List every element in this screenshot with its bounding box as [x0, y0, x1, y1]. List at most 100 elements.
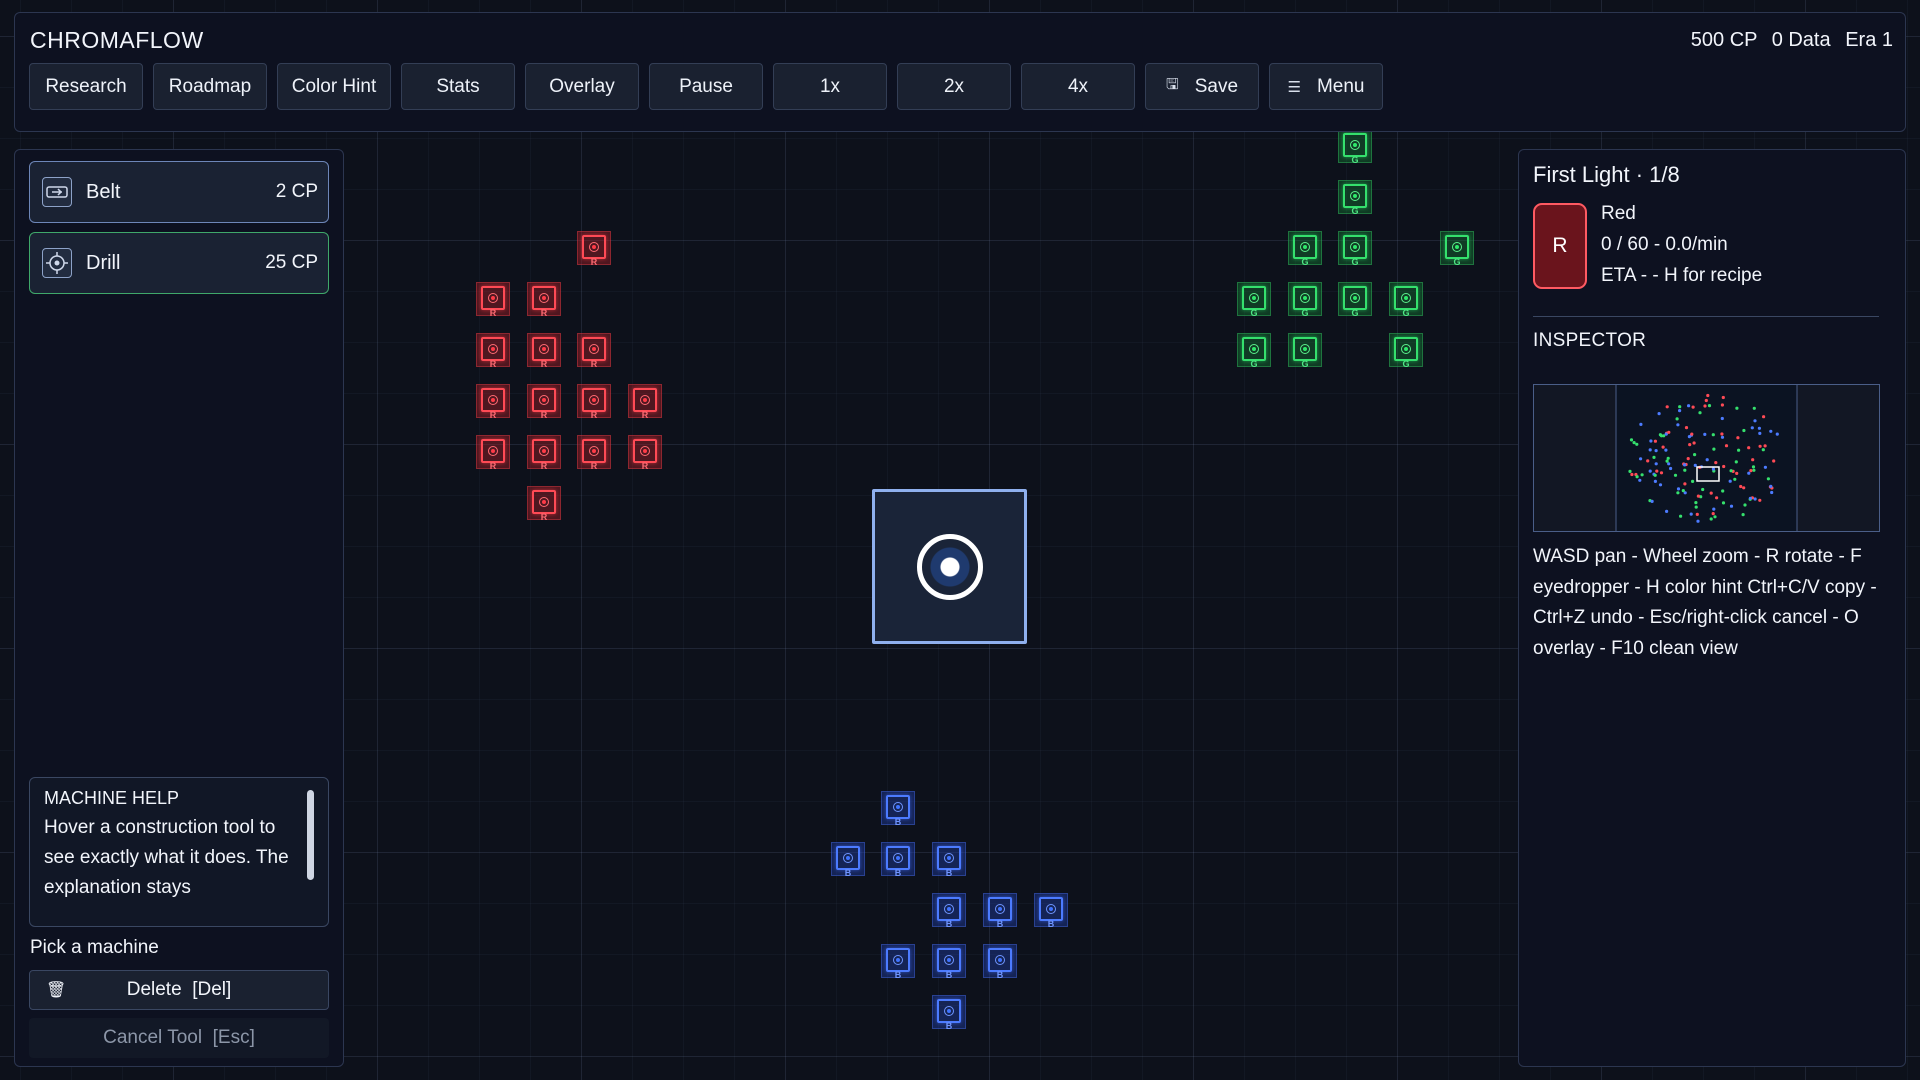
cancel-tool-button[interactable]: Cancel Tool [Esc]	[29, 1018, 329, 1058]
red-ore-tile[interactable]: R	[527, 486, 561, 522]
tool-drill[interactable]: Drill 25 CP	[29, 232, 329, 294]
minimap-dot	[1729, 469, 1733, 473]
save-button[interactable]: 🖫 Save	[1145, 63, 1259, 110]
red-ore-tile[interactable]: R	[476, 384, 510, 420]
research-button[interactable]: Research	[29, 63, 143, 110]
minimap-dot	[1720, 403, 1724, 407]
red-ore-tile[interactable]: R	[577, 231, 611, 267]
red-ore-tile[interactable]: R	[577, 384, 611, 420]
red-ore-label: R	[590, 257, 598, 267]
green-ore-tile[interactable]: G	[1237, 333, 1271, 369]
red-ore-tile[interactable]: R	[476, 333, 510, 369]
red-ore-icon	[481, 286, 505, 310]
minimap-dot	[1707, 404, 1712, 408]
app-title: CHROMAFLOW	[30, 27, 204, 53]
controls-help-text: WASD pan - Wheel zoom - R rotate - F eye…	[1533, 546, 1877, 659]
blue-ore-tile[interactable]: B	[932, 893, 966, 929]
minimap-dot	[1684, 426, 1689, 430]
menu-button[interactable]: ☰ Menu	[1269, 63, 1383, 110]
minimap-dot	[1678, 405, 1682, 409]
minimap-dot	[1687, 404, 1691, 408]
blue-ore-tile[interactable]: B	[932, 944, 966, 980]
roadmap-button[interactable]: Roadmap	[153, 63, 267, 110]
red-ore-tile[interactable]: R	[476, 435, 510, 471]
minimap-dot	[1658, 433, 1662, 437]
minimap-dot	[1649, 439, 1653, 443]
red-ore-tile[interactable]: R	[577, 333, 611, 369]
tool-belt[interactable]: Belt 2 CP	[29, 161, 329, 223]
minimap-dot	[1629, 438, 1634, 442]
minimap-dot	[1653, 479, 1657, 483]
green-ore-tile[interactable]: G	[1389, 333, 1423, 369]
green-ore-icon	[1242, 337, 1266, 361]
red-ore-tile[interactable]: R	[527, 435, 561, 471]
red-ore-tile[interactable]: R	[527, 384, 561, 420]
speed-1x-button[interactable]: 1x	[773, 63, 887, 110]
blue-ore-tile[interactable]: B	[932, 842, 966, 878]
red-ore-icon	[532, 490, 556, 514]
minimap-dot	[1650, 499, 1654, 503]
core-hub[interactable]	[872, 489, 1027, 644]
green-ore-tile[interactable]: G	[1389, 282, 1423, 318]
blue-ore-tile[interactable]: B	[932, 995, 966, 1031]
red-ore-tile[interactable]: R	[476, 282, 510, 318]
red-ore-icon	[633, 388, 657, 412]
red-ore-tile[interactable]: R	[628, 384, 662, 420]
trash-icon: 🗑	[46, 982, 67, 999]
delete-button[interactable]: 🗑 Delete [Del]	[29, 970, 329, 1010]
stats-button[interactable]: Stats	[401, 63, 515, 110]
red-ore-tile[interactable]: R	[577, 435, 611, 471]
green-ore-tile[interactable]: G	[1237, 282, 1271, 318]
minimap-dot	[1704, 398, 1708, 403]
blue-ore-tile[interactable]: B	[881, 791, 915, 827]
color-hint-button[interactable]: Color Hint	[277, 63, 391, 110]
minimap-dot	[1690, 432, 1694, 436]
blue-ore-tile[interactable]: B	[983, 944, 1017, 980]
red-ore-tile[interactable]: R	[527, 333, 561, 369]
green-ore-icon	[1394, 337, 1418, 361]
blue-ore-tile[interactable]: B	[983, 893, 1017, 929]
blue-ore-icon	[886, 795, 910, 819]
speed-2x-button[interactable]: 2x	[897, 63, 1011, 110]
blue-ore-tile[interactable]: B	[881, 842, 915, 878]
blue-ore-icon	[836, 846, 860, 870]
green-ore-icon	[1343, 184, 1367, 208]
speed-4x-button[interactable]: 4x	[1021, 63, 1135, 110]
green-ore-tile[interactable]: G	[1288, 282, 1322, 318]
blue-ore-icon	[937, 999, 961, 1023]
machine-help-box[interactable]: MACHINE HELP Hover a construction tool t…	[29, 777, 329, 927]
cancel-tool-label: Cancel Tool [Esc]	[103, 1027, 255, 1048]
green-ore-tile[interactable]: G	[1288, 333, 1322, 369]
minimap-dot	[1632, 441, 1636, 445]
goal-color-name: Red	[1601, 203, 1636, 224]
green-ore-tile[interactable]: G	[1338, 180, 1372, 216]
speed-1x-label: 1x	[819, 75, 841, 97]
blue-ore-tile[interactable]: B	[1034, 893, 1068, 929]
red-ore-tile[interactable]: R	[628, 435, 662, 471]
green-ore-label: G	[1250, 359, 1258, 369]
green-ore-tile[interactable]: G	[1288, 231, 1322, 267]
menu-button-label: Menu	[1316, 75, 1365, 97]
green-ore-icon	[1293, 286, 1317, 310]
minimap-dot	[1736, 436, 1740, 440]
minimap-dot	[1635, 475, 1639, 479]
roadmap-button-label: Roadmap	[168, 75, 252, 97]
blue-ore-tile[interactable]: B	[831, 842, 865, 878]
green-ore-tile[interactable]: G	[1440, 231, 1474, 267]
minimap-dot	[1657, 412, 1661, 416]
green-ore-tile[interactable]: G	[1338, 282, 1372, 318]
overlay-button[interactable]: Overlay	[525, 63, 639, 110]
belt-icon	[42, 177, 72, 207]
red-ore-tile[interactable]: R	[527, 282, 561, 318]
red-ore-icon	[582, 439, 606, 463]
pause-button[interactable]: Pause	[649, 63, 763, 110]
minimap-dot	[1741, 513, 1745, 517]
red-ore-label: R	[540, 512, 548, 522]
minimap[interactable]	[1533, 384, 1880, 532]
minimap-dot	[1669, 466, 1673, 471]
minimap-dot	[1752, 468, 1756, 472]
green-ore-tile[interactable]: G	[1338, 231, 1372, 267]
green-ore-tile[interactable]: G	[1338, 129, 1372, 165]
blue-ore-tile[interactable]: B	[881, 944, 915, 980]
machine-help-scrollbar[interactable]	[307, 790, 314, 880]
